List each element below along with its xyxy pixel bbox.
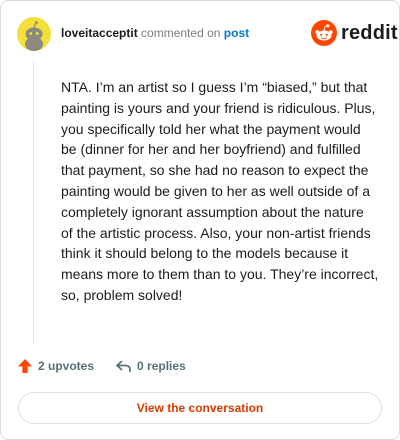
comment-actions: 2 upvotes 0 replies [17,358,186,374]
reply-button[interactable]: 0 replies [115,358,186,374]
upvote-button[interactable]: 2 upvotes [17,358,94,374]
reddit-wordmark: reddit [341,21,398,44]
post-link[interactable]: post [224,26,249,40]
upvote-arrow-icon [18,359,32,373]
user-avatar[interactable] [17,17,51,51]
reply-count: 0 replies [137,359,186,373]
comment-text: NTA. I’m an artist so I guess I’m “biase… [61,79,379,303]
snoo-avatar-icon [17,17,51,51]
view-conversation-button[interactable]: View the conversation [18,392,382,424]
comment-header: loveitacceptit commented on post [61,25,249,41]
username-link[interactable]: loveitacceptit [61,26,138,40]
reddit-snoo-icon [311,20,337,46]
thread-line [33,61,34,343]
reply-arrow-icon [116,360,131,373]
upvote-count: 2 upvotes [38,359,95,373]
comment-card: loveitacceptit commented on post reddit … [0,0,400,440]
commented-on-label: commented on [141,26,221,40]
reddit-logo[interactable]: reddit [311,20,398,46]
